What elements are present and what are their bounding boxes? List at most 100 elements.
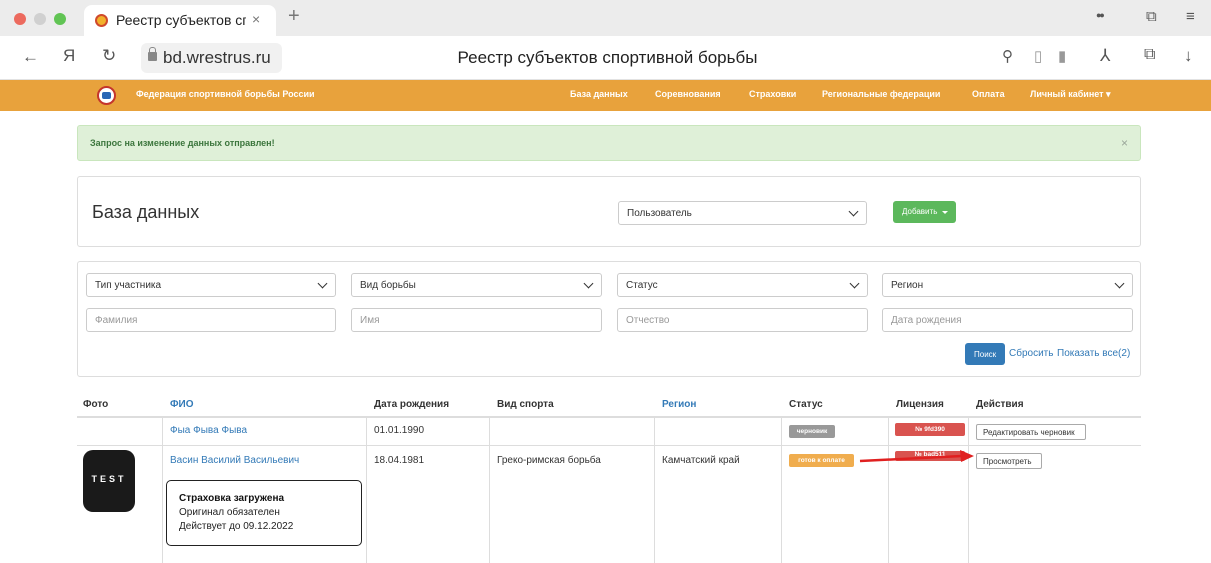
license-badge: № 9fd390: [895, 423, 965, 436]
add-button[interactable]: Добавить: [893, 201, 956, 223]
glasses-icon[interactable]: ●●: [1096, 10, 1105, 20]
database-panel: База данных: [77, 176, 1141, 247]
view-button-label: Просмотреть: [983, 457, 1032, 466]
birthdate-input[interactable]: Дата рождения: [882, 308, 1133, 332]
menu-icon[interactable]: ≡: [1186, 8, 1195, 25]
browser-tab-active[interactable]: Реестр субъектов спо ×: [84, 5, 276, 36]
column-divider: [489, 416, 490, 563]
show-all-link[interactable]: Показать все(2): [1057, 348, 1130, 359]
header-actions: Действия: [976, 399, 1024, 410]
download-icon[interactable]: ↓: [1184, 46, 1193, 66]
search-button-label: Поиск: [974, 350, 997, 359]
page-title-display: Реестр субъектов спортивной борьбы: [457, 48, 758, 67]
nav-payment[interactable]: Оплата: [972, 89, 1005, 99]
site-favicon-icon: [95, 14, 108, 27]
caret-down-icon: [942, 211, 948, 214]
lock-icon: [148, 47, 157, 61]
row-region: Камчатский край: [662, 455, 740, 466]
column-divider: [162, 416, 163, 563]
tab-title: Реестр субъектов спо: [116, 12, 246, 28]
header-license: Лицензия: [896, 399, 944, 410]
add-button-label: Добавить: [902, 207, 938, 216]
nav-insurance[interactable]: Страховки: [749, 89, 796, 99]
patronymic-input[interactable]: Отчество: [617, 308, 868, 332]
nav-regional-federations[interactable]: Региональные федерации: [822, 89, 940, 99]
search-icon[interactable]: ⚲: [1002, 47, 1013, 65]
status-value: Статус: [626, 280, 658, 291]
status-badge: черновик: [789, 425, 835, 438]
participant-type-select[interactable]: Тип участника: [86, 273, 336, 297]
column-divider: [781, 416, 782, 563]
wrestling-type-select[interactable]: Вид борьбы: [351, 273, 602, 297]
column-divider: [366, 416, 367, 563]
nav-personal-account[interactable]: Личный кабинет ▾: [1030, 89, 1111, 100]
entity-type-select[interactable]: Пользователь: [618, 201, 867, 225]
annotation-arrow-icon: [859, 450, 974, 463]
chevron-down-icon: [1114, 278, 1125, 289]
insurance-original-required: Оригинал обязателен: [179, 507, 280, 518]
page-title: База данных: [92, 202, 200, 222]
tab-close-icon[interactable]: ×: [252, 11, 260, 27]
alert-message: Запрос на изменение данных отправлен!: [90, 138, 275, 148]
site-navbar: Федерация спортивной борьбы России База …: [0, 80, 1211, 111]
reader-mode-icon[interactable]: ▯: [1034, 47, 1042, 65]
column-divider: [968, 416, 969, 563]
reload-icon[interactable]: ↻: [102, 46, 116, 66]
header-fio[interactable]: ФИО: [170, 399, 194, 410]
brand-link[interactable]: Федерация спортивной борьбы России: [136, 89, 315, 99]
column-divider: [888, 416, 889, 563]
tab-list-icon[interactable]: ⧉: [1146, 8, 1157, 25]
chevron-down-icon: [848, 206, 859, 217]
row-fio-link[interactable]: Фыа Фыва Фыва: [170, 425, 247, 436]
nav-database[interactable]: База данных: [570, 89, 628, 99]
header-region[interactable]: Регион: [662, 399, 696, 410]
surname-placeholder: Фамилия: [95, 315, 138, 326]
browser-tab-bar: Реестр субъектов спо × + ●● ⧉ ≡: [0, 0, 1211, 36]
region-value: Регион: [891, 280, 924, 291]
chevron-down-icon: [317, 278, 328, 289]
nav-competitions[interactable]: Соревнования: [655, 89, 721, 99]
participant-type-value: Тип участника: [95, 280, 162, 291]
extensions-icon[interactable]: ⧉: [1144, 46, 1155, 64]
window-zoom-button[interactable]: [54, 13, 66, 25]
row-divider: [77, 445, 1141, 446]
yandex-logo-icon[interactable]: Я: [63, 46, 75, 66]
name-input[interactable]: Имя: [351, 308, 602, 332]
window-close-button[interactable]: [14, 13, 26, 25]
new-tab-button[interactable]: +: [288, 5, 300, 28]
photo-text: TEST: [91, 474, 127, 484]
row-birthdate: 18.04.1981: [374, 455, 425, 466]
row-birthdate: 01.01.1990: [374, 425, 425, 436]
wrestling-type-value: Вид борьбы: [360, 280, 416, 291]
region-select[interactable]: Регион: [882, 273, 1133, 297]
protect-icon[interactable]: ⅄: [1100, 46, 1110, 66]
header-divider: [77, 416, 1141, 418]
row-sport: Греко-римская борьба: [497, 455, 601, 466]
search-button[interactable]: Поиск: [965, 343, 1005, 365]
reset-link[interactable]: Сбросить: [1009, 348, 1053, 359]
name-placeholder: Имя: [360, 315, 380, 326]
header-status: Статус: [789, 399, 823, 410]
success-alert: Запрос на изменение данных отправлен! ×: [77, 125, 1141, 161]
window-minimize-button[interactable]: [34, 13, 46, 25]
header-sport: Вид спорта: [497, 399, 554, 410]
bookmark-icon[interactable]: ▮: [1058, 47, 1066, 65]
chevron-down-icon: [583, 278, 594, 289]
edit-draft-button[interactable]: Редактировать черновик: [976, 424, 1086, 440]
view-button[interactable]: Просмотреть: [976, 453, 1042, 469]
status-badge: готов к оплате: [789, 454, 854, 467]
header-photo: Фото: [83, 399, 109, 410]
participant-photo[interactable]: TEST: [83, 450, 135, 512]
edit-draft-label: Редактировать черновик: [983, 428, 1075, 437]
insurance-info-box: Страховка загружена Оригинал обязателен …: [166, 480, 362, 546]
insurance-title: Страховка загружена: [179, 493, 285, 504]
url-text[interactable]: bd.wrestrus.ru: [163, 48, 271, 68]
column-divider: [654, 416, 655, 563]
surname-input[interactable]: Фамилия: [86, 308, 336, 332]
row-fio-link[interactable]: Васин Василий Васильевич: [170, 455, 299, 466]
federation-logo-icon[interactable]: [97, 86, 116, 105]
alert-close-icon[interactable]: ×: [1121, 136, 1128, 150]
insurance-valid-until: Действует до 09.12.2022: [179, 521, 294, 532]
back-arrow-icon[interactable]: ←: [22, 47, 39, 67]
status-select[interactable]: Статус: [617, 273, 868, 297]
